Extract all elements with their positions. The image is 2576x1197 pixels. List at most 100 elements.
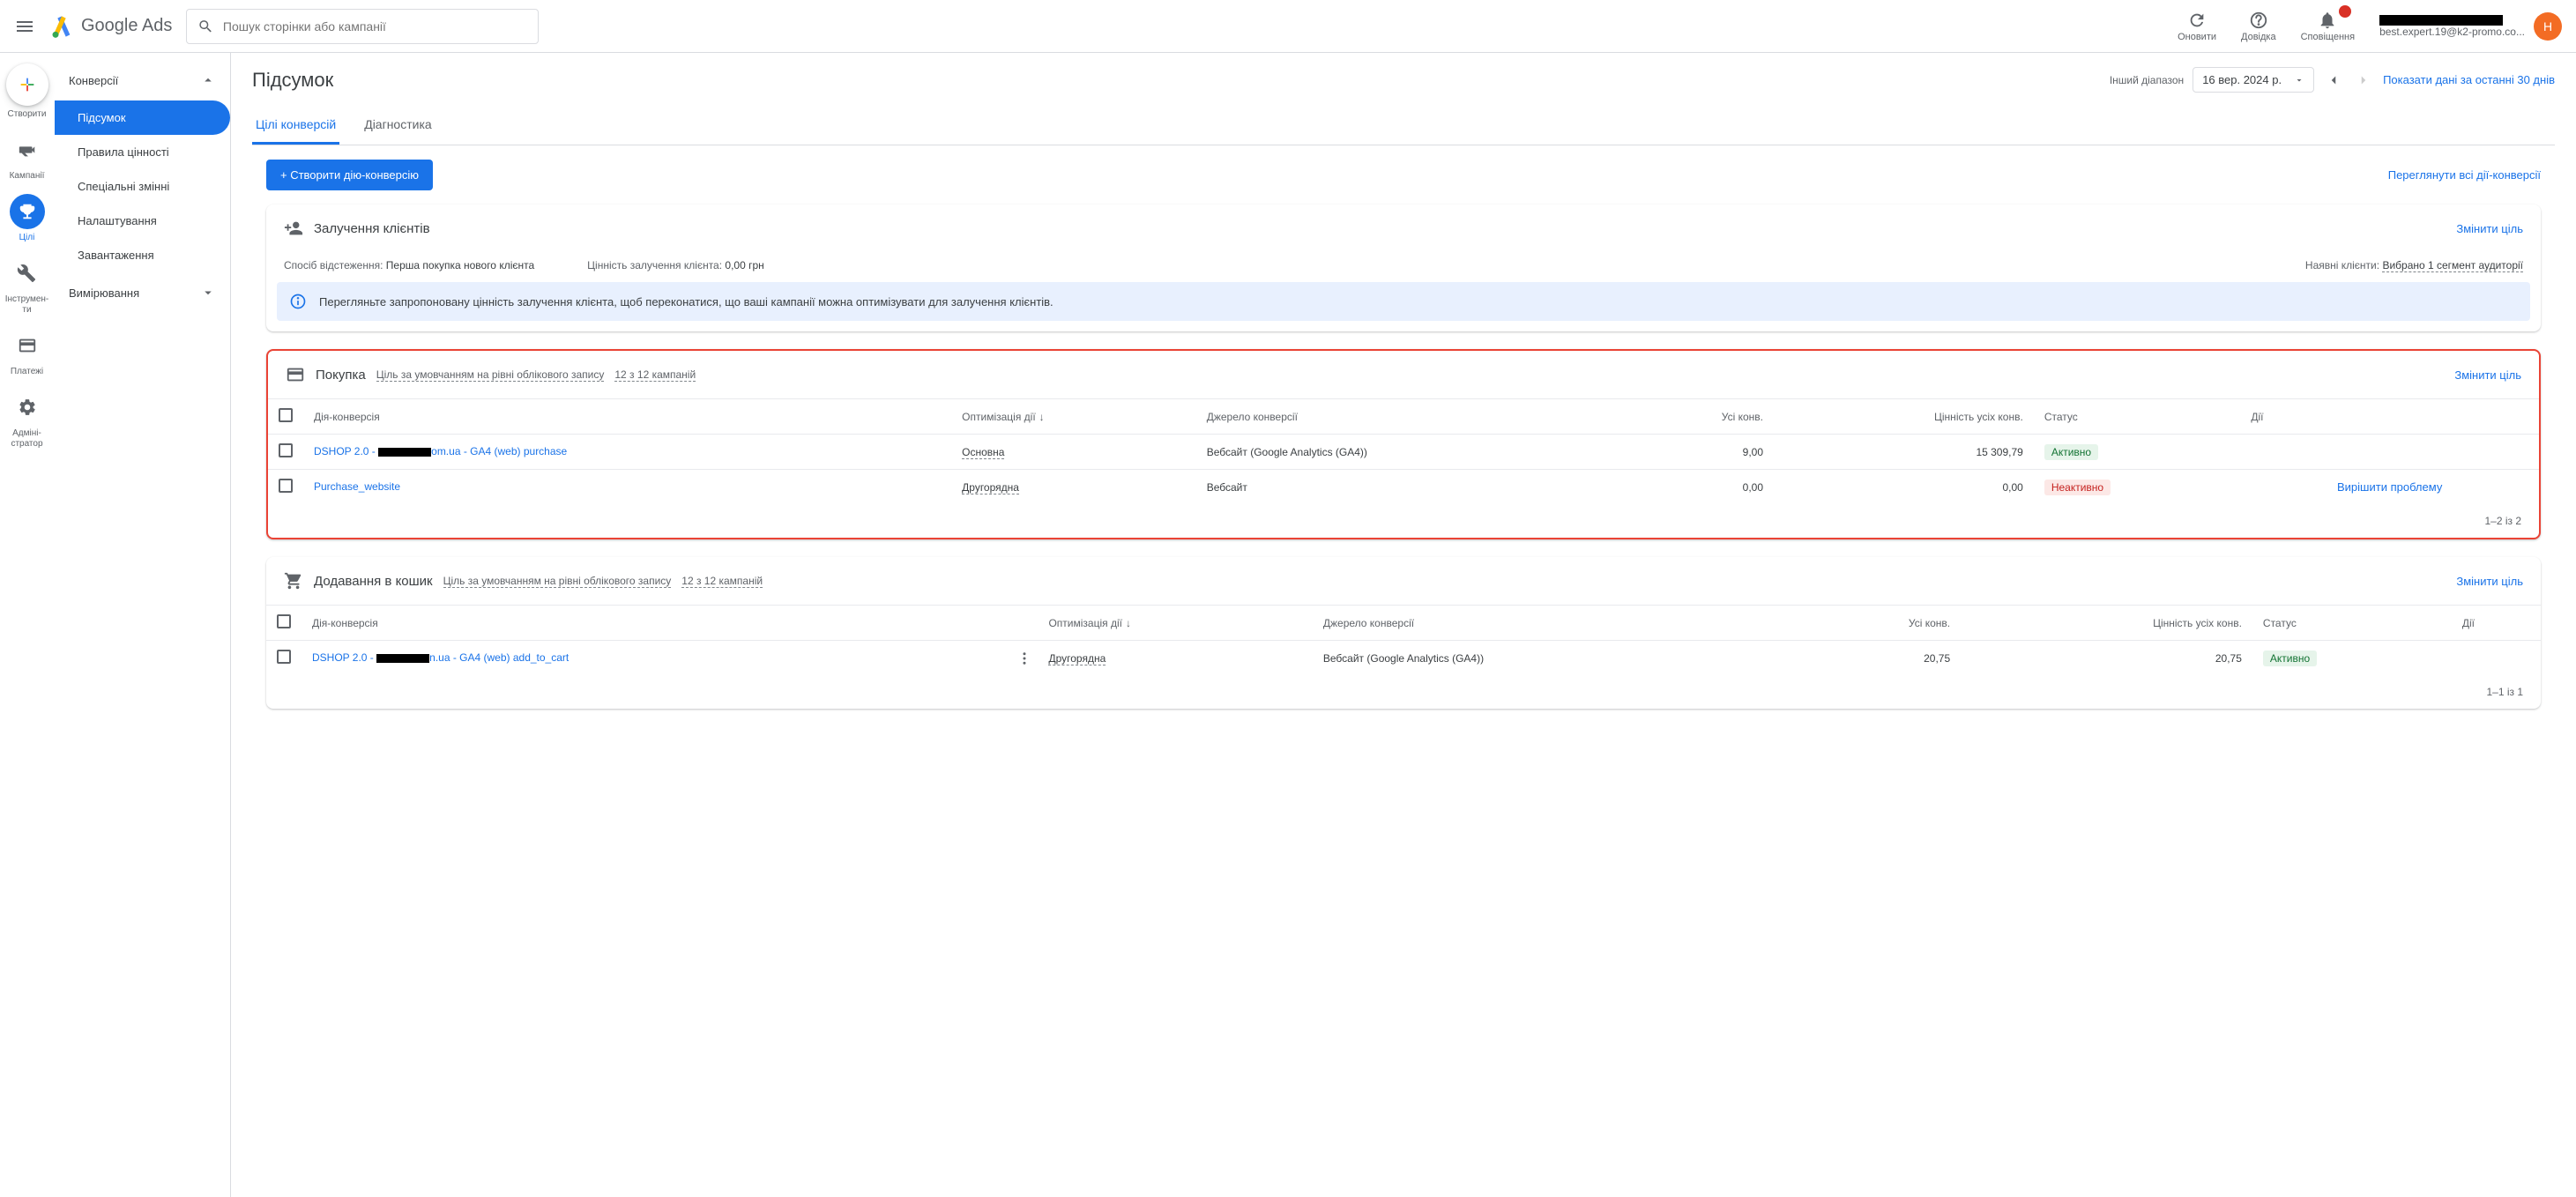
nav-downloads[interactable]: Завантаження [55, 238, 230, 272]
secondary-nav: Конверсії Підсумок Правила цінності Спец… [55, 53, 231, 1197]
cart-title: Додавання в кошик [314, 574, 433, 589]
tab-diagnostics[interactable]: Діагностика [361, 107, 435, 145]
dropdown-icon [2294, 75, 2304, 86]
cart-icon [284, 571, 303, 591]
purchase-card: Покупка Ціль за умовчанням на рівні облі… [266, 349, 2541, 539]
tab-goals[interactable]: Цілі конверсій [252, 107, 339, 145]
nav-settings[interactable]: Налаштування [55, 204, 230, 238]
chevron-up-icon [200, 72, 216, 88]
col-actions[interactable]: Дії [2452, 606, 2541, 641]
conversion-link[interactable]: DSHOP 2.0 - om.ua - GA4 (web) purchase [314, 445, 567, 457]
col-all-conv[interactable]: Усі конв. [1794, 606, 1961, 641]
header-actions: Оновити Довідка Сповіщення best.expert.1… [2169, 7, 2562, 46]
cart-default-goal[interactable]: Ціль за умовчанням на рівні облікового з… [443, 575, 672, 588]
view-all-conversions-link[interactable]: Переглянути всі дії-конверсії [2388, 168, 2541, 182]
refresh-button[interactable]: Оновити [2169, 7, 2225, 46]
col-status[interactable]: Статус [2034, 399, 2241, 435]
megaphone-icon [18, 140, 37, 160]
trophy-icon [18, 202, 37, 221]
conversion-link[interactable]: DSHOP 2.0 - n.ua - GA4 (web) add_to_cart [312, 651, 569, 664]
status-badge: Неактивно [2044, 480, 2111, 495]
help-button[interactable]: Довідка [2232, 7, 2285, 46]
person-add-icon [284, 219, 303, 238]
date-prev-button[interactable] [2323, 70, 2344, 91]
row-checkbox[interactable] [279, 479, 293, 493]
select-all-checkbox[interactable] [277, 614, 291, 628]
credit-card-icon [286, 365, 305, 384]
create-conversion-button[interactable]: + Створити дію-конверсію [266, 160, 433, 190]
sort-arrow-icon: ↓ [1039, 411, 1045, 423]
rail-create[interactable]: Створити [6, 63, 48, 120]
rail-campaigns[interactable]: Кампанії [10, 132, 45, 182]
notifications-button[interactable]: Сповіщення [2292, 7, 2364, 46]
refresh-icon [2187, 11, 2207, 30]
notification-badge [2339, 5, 2351, 18]
conversion-link[interactable]: Purchase_website [314, 480, 400, 493]
purchase-title: Покупка [316, 368, 366, 383]
search-box[interactable] [186, 9, 539, 44]
info-icon [289, 293, 307, 310]
fix-issue-link[interactable]: Вирішити проблему [2337, 480, 2442, 494]
purchase-change-goal[interactable]: Змінити ціль [2454, 368, 2521, 382]
rail-goals[interactable]: Цілі [10, 194, 45, 243]
avatar[interactable]: Н [2534, 12, 2562, 41]
row-checkbox[interactable] [279, 443, 293, 457]
col-action[interactable]: Дія-конверсія [303, 399, 951, 435]
top-header: Google Ads Оновити Довідка Сповіщення be… [0, 0, 2576, 53]
table-row: Purchase_website Другорядна Вебсайт 0,00… [268, 470, 2539, 505]
fab-create[interactable] [6, 63, 48, 106]
col-optimization[interactable]: Оптимізація дії↓ [951, 399, 1196, 435]
info-banner: Перегляньте запропоновану цінність залуч… [277, 282, 2530, 321]
table-row: DSHOP 2.0 - n.ua - GA4 (web) add_to_cart… [266, 641, 2541, 676]
cart-change-goal[interactable]: Змінити ціль [2456, 575, 2523, 588]
tabs: Цілі конверсій Діагностика [252, 107, 2555, 145]
nav-value-rules[interactable]: Правила цінності [55, 135, 230, 169]
purchase-table: Дія-конверсія Оптимізація дії↓ Джерело к… [268, 398, 2539, 504]
nav-custom-vars[interactable]: Спеціальні змінні [55, 169, 230, 204]
plus-icon [18, 75, 37, 94]
col-source[interactable]: Джерело конверсії [1313, 606, 1795, 641]
audience-segment-link[interactable]: Вибрано 1 сегмент аудиторії [2382, 259, 2523, 272]
nav-summary[interactable]: Підсумок [55, 100, 230, 135]
col-optimization[interactable]: Оптимізація дії↓ [1038, 606, 1312, 641]
logo[interactable]: Google Ads [49, 14, 172, 39]
last-30-days-link[interactable]: Показати дані за останні 30 днів [2383, 73, 2555, 86]
purchase-campaigns-link[interactable]: 12 з 12 кампаній [614, 368, 696, 382]
col-value[interactable]: Цінність усіх конв. [1774, 399, 2034, 435]
rail-tools[interactable]: Інструмен- ти [5, 256, 49, 316]
col-status[interactable]: Статус [2252, 606, 2452, 641]
table-row: DSHOP 2.0 - om.ua - GA4 (web) purchase О… [268, 435, 2539, 470]
col-actions[interactable]: Дії [2240, 399, 2539, 435]
account-email: best.expert.19@k2-promo.co... [2379, 26, 2525, 38]
col-all-conv[interactable]: Усі конв. [1626, 399, 1774, 435]
status-badge: Активно [2044, 444, 2098, 460]
gear-icon [18, 398, 37, 417]
date-next-button[interactable] [2353, 70, 2374, 91]
col-value[interactable]: Цінність усіх конв. [1961, 606, 2252, 641]
purchase-default-goal[interactable]: Ціль за умовчанням на рівні облікового з… [376, 368, 605, 382]
bell-icon [2318, 11, 2337, 30]
logo-text: Google Ads [81, 16, 172, 36]
cart-card: Додавання в кошик Ціль за умовчанням на … [266, 557, 2541, 709]
row-checkbox[interactable] [277, 650, 291, 664]
nav-group-conversions[interactable]: Конверсії [55, 60, 230, 100]
more-icon[interactable] [1016, 651, 1032, 666]
cart-pagination: 1–1 із 1 [266, 675, 2541, 709]
select-all-checkbox[interactable] [279, 408, 293, 422]
col-source[interactable]: Джерело конверсії [1196, 399, 1626, 435]
google-ads-icon [49, 14, 74, 39]
cart-campaigns-link[interactable]: 12 з 12 кампаній [681, 575, 763, 588]
nav-group-measurement[interactable]: Вимірювання [55, 272, 230, 313]
acquisition-change-goal[interactable]: Змінити ціль [2456, 222, 2523, 235]
date-range-label: Інший діапазон [2110, 74, 2184, 86]
card-icon [18, 336, 37, 355]
status-badge: Активно [2263, 651, 2317, 666]
acquisition-title: Залучення клієнтів [314, 221, 430, 236]
search-input[interactable] [223, 19, 528, 33]
menu-icon[interactable] [14, 16, 35, 37]
rail-admin[interactable]: Адміні- стратор [10, 390, 45, 450]
account-info[interactable]: best.expert.19@k2-promo.co... Н [2379, 12, 2562, 41]
rail-billing[interactable]: Платежі [10, 328, 45, 377]
date-picker[interactable]: 16 вер. 2024 р. [2193, 67, 2314, 93]
col-action[interactable]: Дія-конверсія [302, 606, 1038, 641]
